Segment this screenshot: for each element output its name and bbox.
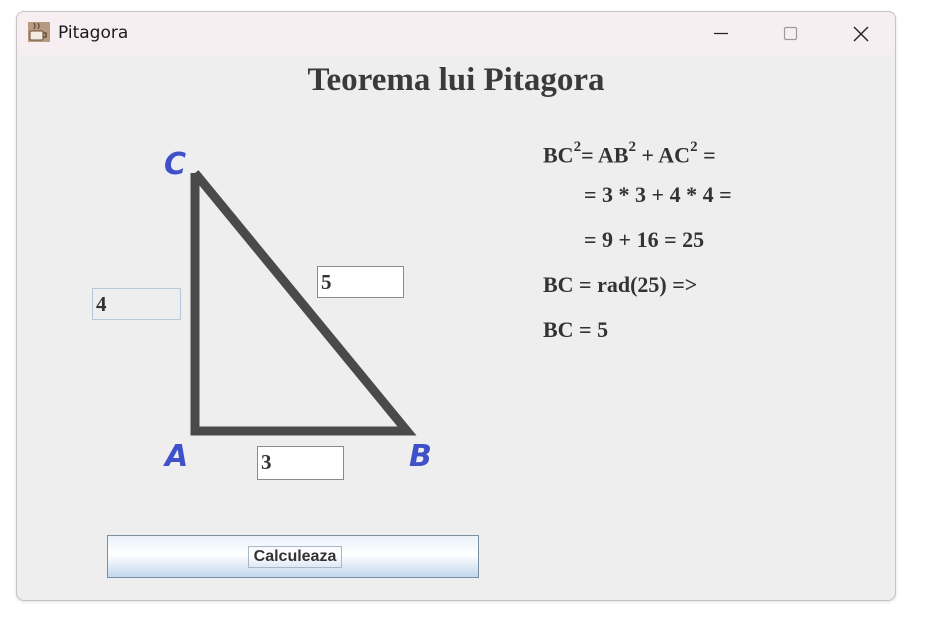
- side-ac-field[interactable]: 4: [92, 288, 181, 320]
- formula-exp-3: 2: [690, 139, 698, 155]
- formula-line-5: BC = 5: [543, 317, 609, 342]
- formula-eq: =: [697, 142, 716, 168]
- page-title: Teorema lui Pitagora: [307, 62, 605, 98]
- maximize-icon: [783, 26, 798, 41]
- vertex-b-label: B: [409, 439, 432, 474]
- triangle-shape: [190, 170, 417, 436]
- minimize-icon: [714, 32, 728, 35]
- formula-exp-1: 2: [573, 139, 582, 155]
- calculate-button-label: Calculeaza: [248, 546, 342, 568]
- formula-line-2: = 3 * 3 + 4 * 4 =: [584, 182, 732, 207]
- formula-plus-ac: + AC: [635, 142, 691, 168]
- app-icon: [28, 22, 50, 42]
- formula-bc: BC: [543, 142, 574, 168]
- app-window: Pitagora Teorema lui Pitagora C A B 4 5 …: [16, 11, 896, 601]
- minimize-button[interactable]: [697, 12, 743, 55]
- side-ab-field[interactable]: 3: [257, 446, 344, 480]
- close-icon: [853, 26, 869, 42]
- formula-line-4: BC = rad(25) =>: [543, 272, 698, 297]
- vertex-c-label: C: [164, 147, 186, 182]
- triangle-diagram: C A B: [163, 147, 432, 474]
- formula-line-1: BC2= AB2 + AC2 =: [543, 139, 716, 168]
- vertex-a-label: A: [163, 439, 188, 474]
- calculate-button[interactable]: Calculeaza: [107, 535, 479, 578]
- title-bar[interactable]: Pitagora: [17, 12, 895, 55]
- formula-line-3: = 9 + 16 = 25: [584, 227, 705, 252]
- formula-exp-2: 2: [628, 139, 636, 155]
- formula-eq-ab: = AB: [581, 142, 629, 168]
- window-title: Pitagora: [58, 23, 129, 43]
- maximize-button[interactable]: [767, 12, 813, 55]
- side-bc-field[interactable]: 5: [317, 266, 404, 298]
- close-button[interactable]: [838, 12, 884, 55]
